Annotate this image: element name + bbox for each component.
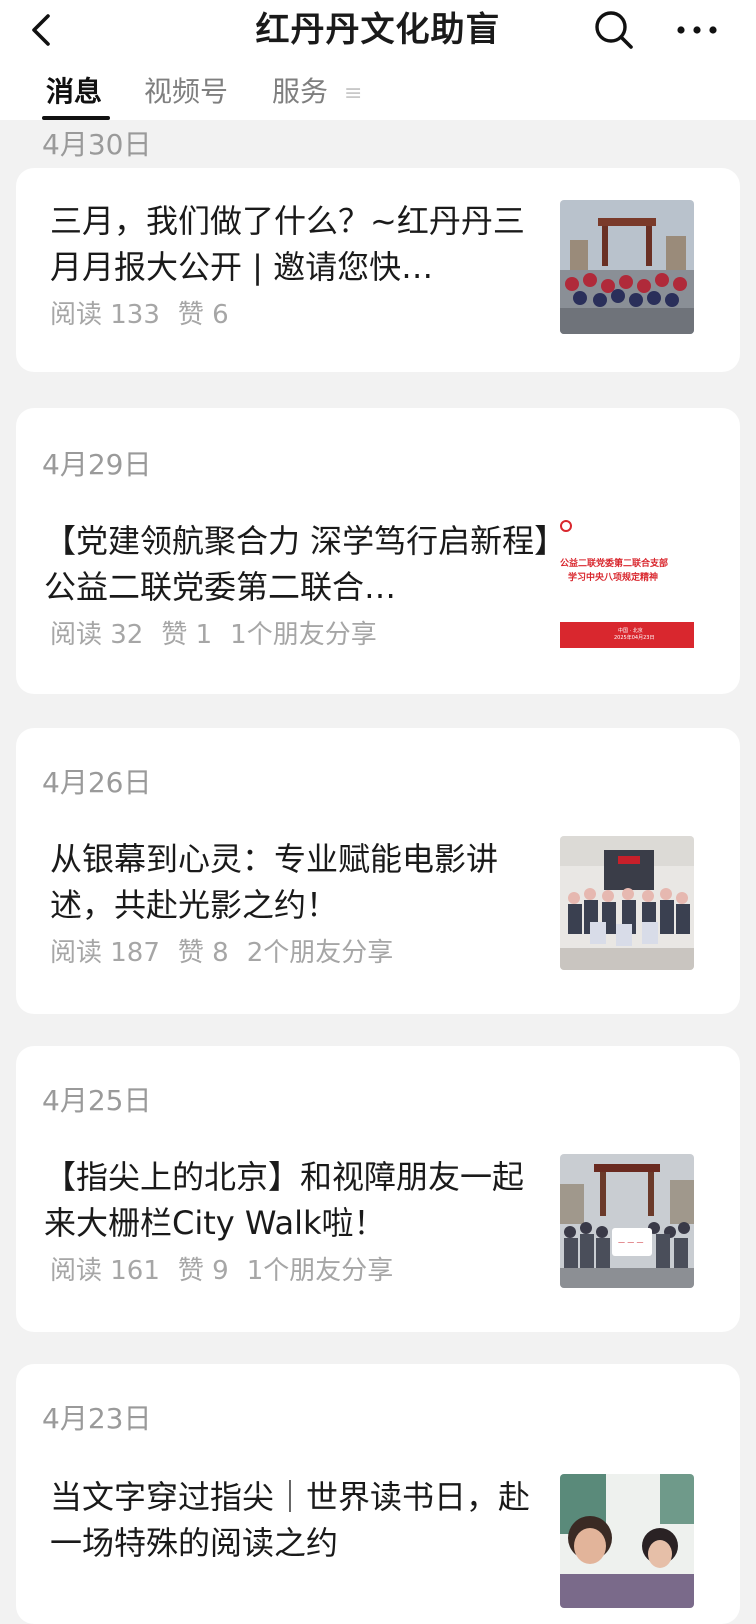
like-count: 赞 9 (177, 1256, 229, 1286)
article-card[interactable]: 4月25日 【指尖上的北京】和视障朋友一起来大栅栏City Walk啦！ 阅读 … (16, 1046, 740, 1332)
article-card[interactable]: 4月23日 当文字穿过指尖｜世界读书日，赴一场特殊的阅读之约 (16, 1364, 740, 1624)
group-photo-gate-image (560, 200, 694, 334)
tab-channels[interactable]: 视频号 (144, 72, 228, 112)
article-card[interactable]: 三月，我们做了什么？~红丹丹三月月报大公开 | 邀请您快… 阅读 133 赞 6 (16, 168, 740, 372)
reading-day-photo-image (560, 1474, 694, 1608)
article-meta: 阅读 133 赞 6 (50, 298, 247, 332)
date-label: 4月26日 (42, 766, 152, 799)
read-count: 阅读 161 (50, 1256, 160, 1286)
article-meta: 阅读 32 赞 1 1个朋友分享 (50, 618, 395, 652)
article-thumbnail[interactable]: — — — (560, 1154, 694, 1288)
share-count: 1个朋友分享 (230, 620, 377, 650)
like-count: 赞 1 (161, 620, 213, 650)
tab-bar: 消息 视频号 服务 ≡ (0, 72, 756, 120)
svg-text:— — —: — — — (618, 1238, 643, 1246)
article-title[interactable]: 当文字穿过指尖｜世界读书日，赴一场特殊的阅读之约 (50, 1474, 550, 1566)
date-label: 4月29日 (42, 448, 152, 481)
tab-services[interactable]: 服务 (272, 72, 328, 112)
article-meta: 阅读 187 赞 8 2个朋友分享 (50, 936, 411, 970)
date-label: 4月25日 (42, 1084, 152, 1117)
read-count: 阅读 133 (50, 300, 160, 330)
top-bar: 红丹丹文化助盲 消息 视频号 服务 ≡ (0, 0, 756, 120)
article-title[interactable]: 从银幕到心灵：专业赋能电影讲述，共赴光影之约！ (50, 836, 550, 928)
search-icon (595, 11, 633, 49)
article-title[interactable]: 【指尖上的北京】和视障朋友一起来大栅栏City Walk啦！ (44, 1154, 554, 1246)
active-tab-indicator (42, 116, 110, 120)
account-title: 红丹丹文化助盲 (255, 10, 501, 50)
article-title[interactable]: 三月，我们做了什么？~红丹丹三月月报大公开 | 邀请您快… (50, 198, 550, 290)
poster-date: 2025年04月23日 (614, 634, 654, 641)
date-label: 4月23日 (42, 1402, 152, 1435)
like-count: 赞 6 (177, 300, 229, 330)
article-thumbnail[interactable] (560, 200, 694, 334)
read-count: 阅读 187 (50, 938, 160, 968)
party-poster-image: 公益二联党委第二联合支部 学习中央八项规定精神 中国 · 北京 2025年04月… (560, 518, 694, 652)
date-label: 4月30日 (42, 128, 152, 161)
poster-line-2: 学习中央八项规定精神 (568, 571, 658, 583)
like-count: 赞 8 (177, 938, 229, 968)
article-thumbnail[interactable]: 公益二联党委第二联合支部 学习中央八项规定精神 中国 · 北京 2025年04月… (560, 518, 694, 652)
article-card[interactable]: 4月26日 从银幕到心灵：专业赋能电影讲述，共赴光影之约！ 阅读 187 赞 8 2… (16, 728, 740, 1014)
share-count: 2个朋友分享 (246, 938, 394, 968)
article-meta: 阅读 161 赞 9 1个朋友分享 (50, 1254, 411, 1288)
article-thumbnail[interactable] (560, 836, 694, 970)
more-button[interactable] (674, 8, 720, 52)
tab-messages[interactable]: 消息 (46, 72, 102, 112)
share-count: 1个朋友分享 (246, 1256, 394, 1286)
poster-location: 中国 · 北京 (618, 627, 643, 634)
search-button[interactable] (592, 8, 636, 52)
poster-line-1: 公益二联党委第二联合支部 (560, 557, 668, 569)
film-group-photo-image (560, 836, 694, 970)
article-thumbnail[interactable] (560, 1474, 694, 1608)
read-count: 阅读 32 (50, 620, 144, 650)
tab-menu-icon[interactable]: ≡ (344, 78, 362, 110)
article-card[interactable]: 4月29日 【党建领航聚合力 深学笃行启新程】公益二联党委第二联合… 阅读 32… (16, 408, 740, 694)
article-title[interactable]: 【党建领航聚合力 深学笃行启新程】公益二联党委第二联合… (44, 518, 554, 610)
more-horizontal-icon (677, 26, 717, 34)
city-walk-photo-image: — — — (560, 1154, 694, 1288)
